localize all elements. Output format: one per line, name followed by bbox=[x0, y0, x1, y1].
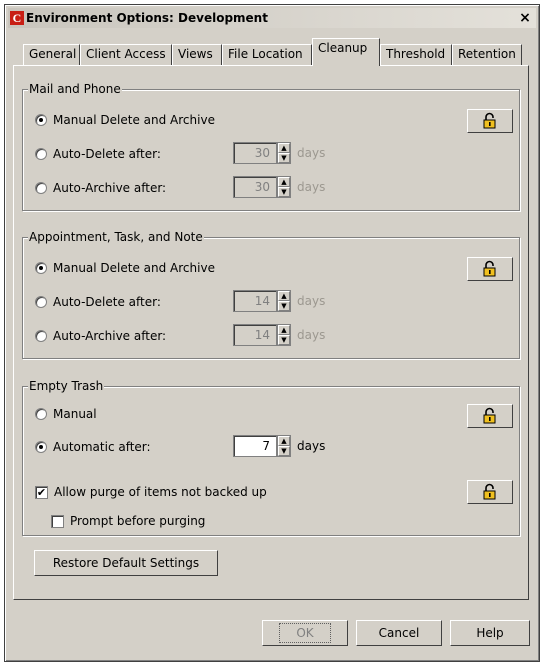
empty-trash-group: Empty Trash Manual Automatic after: 7 ▲ ▼… bbox=[22, 379, 520, 536]
mail-auto-archive-unit: days bbox=[297, 180, 326, 194]
spin-down-icon[interactable]: ▼ bbox=[278, 301, 290, 311]
appt-auto-archive-radio[interactable]: Auto-Archive after: bbox=[35, 327, 166, 345]
radio-unselected[interactable] bbox=[35, 182, 47, 194]
spin-down-icon[interactable]: ▼ bbox=[278, 187, 290, 197]
appointment-legend: Appointment, Task, and Note bbox=[28, 230, 204, 244]
spin-up-icon[interactable]: ▲ bbox=[278, 143, 290, 153]
mail-auto-delete-input[interactable]: 30 bbox=[233, 142, 277, 164]
tab-file-location[interactable]: File Location bbox=[222, 44, 312, 66]
trash-manual-radio[interactable]: Manual bbox=[35, 405, 97, 423]
close-icon[interactable]: × bbox=[517, 10, 533, 26]
radio-unselected[interactable] bbox=[35, 296, 47, 308]
radio-unselected[interactable] bbox=[35, 148, 47, 160]
mail-lock-button[interactable] bbox=[467, 109, 513, 133]
tab-general[interactable]: General bbox=[23, 44, 80, 66]
appt-auto-archive-label: Auto-Archive after: bbox=[53, 329, 167, 343]
spin-down-icon[interactable]: ▼ bbox=[278, 335, 290, 345]
allow-purge-checkbox[interactable]: ✔ Allow purge of items not backed up bbox=[35, 483, 267, 501]
appointment-group: Appointment, Task, and Note Manual Delet… bbox=[22, 230, 520, 359]
spin-up-icon[interactable]: ▲ bbox=[278, 291, 290, 301]
appt-auto-delete-label: Auto-Delete after: bbox=[53, 295, 161, 309]
mail-auto-delete-label: Auto-Delete after: bbox=[53, 147, 161, 161]
trash-lock-button[interactable] bbox=[467, 404, 513, 428]
mail-auto-delete-unit: days bbox=[297, 146, 326, 160]
radio-unselected[interactable] bbox=[35, 408, 47, 420]
tab-client-access[interactable]: Client Access bbox=[80, 44, 172, 66]
purge-lock-button[interactable] bbox=[467, 480, 513, 504]
appt-auto-archive-spinner[interactable]: ▲ ▼ bbox=[277, 324, 291, 346]
appt-manual-radio[interactable]: Manual Delete and Archive bbox=[35, 259, 215, 277]
unlock-icon bbox=[483, 260, 496, 277]
mail-auto-archive-spinner[interactable]: ▲ ▼ bbox=[277, 176, 291, 198]
mail-manual-label: Manual Delete and Archive bbox=[53, 113, 215, 127]
trash-automatic-label: Automatic after: bbox=[53, 440, 151, 454]
appt-auto-archive-unit: days bbox=[297, 328, 326, 342]
appt-lock-button[interactable] bbox=[467, 257, 513, 281]
restore-defaults-button[interactable]: Restore Default Settings bbox=[34, 550, 218, 576]
radio-selected[interactable] bbox=[35, 262, 47, 274]
mail-auto-archive-label: Auto-Archive after: bbox=[53, 181, 167, 195]
spin-up-icon[interactable]: ▲ bbox=[278, 436, 290, 446]
radio-unselected[interactable] bbox=[35, 330, 47, 342]
checkbox-checked[interactable]: ✔ bbox=[35, 485, 48, 499]
mail-auto-delete-radio[interactable]: Auto-Delete after: bbox=[35, 145, 161, 163]
app-icon: C bbox=[10, 11, 24, 25]
mail-auto-delete-spinner[interactable]: ▲ ▼ bbox=[277, 142, 291, 164]
appt-auto-delete-unit: days bbox=[297, 294, 326, 308]
spin-up-icon[interactable]: ▲ bbox=[278, 325, 290, 335]
empty-trash-legend: Empty Trash bbox=[28, 379, 105, 393]
radio-selected[interactable] bbox=[35, 441, 47, 453]
trash-automatic-unit: days bbox=[297, 439, 326, 453]
checkbox-unchecked[interactable] bbox=[51, 514, 64, 528]
appt-auto-archive-input[interactable]: 14 bbox=[233, 324, 277, 346]
radio-selected[interactable] bbox=[35, 114, 47, 126]
spin-down-icon[interactable]: ▼ bbox=[278, 153, 290, 163]
appt-auto-delete-radio[interactable]: Auto-Delete after: bbox=[35, 293, 161, 311]
trash-automatic-input[interactable]: 7 bbox=[233, 435, 277, 457]
trash-automatic-spinner[interactable]: ▲ ▼ bbox=[277, 435, 291, 457]
tab-views[interactable]: Views bbox=[172, 44, 222, 66]
appt-auto-delete-spinner[interactable]: ▲ ▼ bbox=[277, 290, 291, 312]
unlock-icon bbox=[483, 483, 496, 500]
tab-cleanup[interactable]: Cleanup bbox=[312, 38, 380, 66]
appt-manual-label: Manual Delete and Archive bbox=[53, 261, 215, 275]
tab-retention[interactable]: Retention bbox=[452, 44, 522, 66]
prompt-before-purging-checkbox[interactable]: Prompt before purging bbox=[51, 512, 205, 530]
cancel-button[interactable]: Cancel bbox=[356, 620, 442, 646]
ok-label: OK bbox=[279, 623, 331, 643]
mail-auto-archive-input[interactable]: 30 bbox=[233, 176, 277, 198]
window-title: Environment Options: Development bbox=[26, 11, 268, 25]
tab-threshold[interactable]: Threshold bbox=[380, 44, 452, 66]
mail-phone-legend: Mail and Phone bbox=[28, 82, 122, 96]
mail-phone-group: Mail and Phone Manual Delete and Archive… bbox=[22, 82, 520, 211]
ok-button[interactable]: OK bbox=[262, 620, 348, 646]
allow-purge-label: Allow purge of items not backed up bbox=[54, 485, 267, 499]
mail-auto-archive-radio[interactable]: Auto-Archive after: bbox=[35, 179, 166, 197]
title-bar: C Environment Options: Development × bbox=[8, 8, 536, 28]
appt-auto-delete-input[interactable]: 14 bbox=[233, 290, 277, 312]
unlock-icon bbox=[483, 407, 496, 424]
help-button[interactable]: Help bbox=[450, 620, 530, 646]
spin-down-icon[interactable]: ▼ bbox=[278, 446, 290, 456]
prompt-before-purging-label: Prompt before purging bbox=[70, 514, 206, 528]
unlock-icon bbox=[483, 112, 496, 129]
trash-manual-label: Manual bbox=[53, 407, 97, 421]
trash-automatic-radio[interactable]: Automatic after: bbox=[35, 438, 151, 456]
mail-manual-radio[interactable]: Manual Delete and Archive bbox=[35, 111, 215, 129]
spin-up-icon[interactable]: ▲ bbox=[278, 177, 290, 187]
